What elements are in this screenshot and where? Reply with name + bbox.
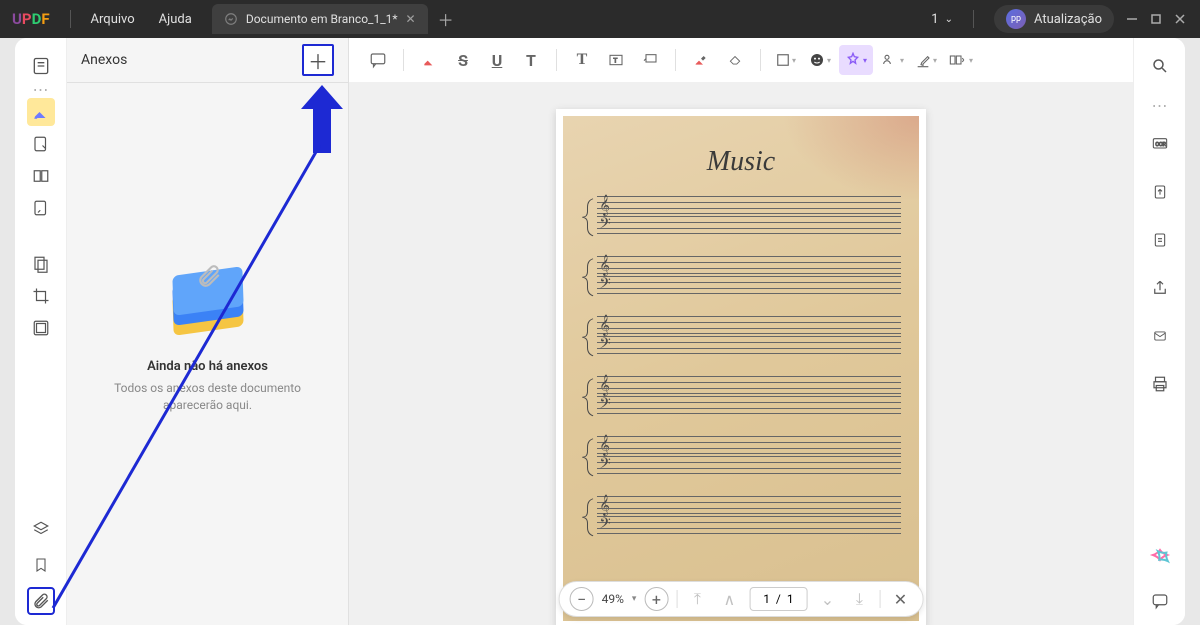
- close-window-icon[interactable]: [1174, 13, 1186, 25]
- rail-ocr[interactable]: [27, 250, 55, 278]
- chevron-down-icon: ⌄: [945, 14, 953, 25]
- add-attachment-button[interactable]: ＋: [302, 44, 334, 76]
- pager-bar: − 49% ▾ + ⤒ ∧ ⌄ ⤓ ✕: [559, 581, 924, 617]
- rectangle-tool-icon[interactable]: ▾: [771, 45, 801, 75]
- page-input[interactable]: [749, 587, 807, 611]
- user-update-badge[interactable]: pp Atualização: [994, 5, 1114, 33]
- avatar: pp: [1006, 9, 1026, 29]
- separator: [973, 10, 974, 28]
- minimize-icon[interactable]: [1126, 13, 1138, 25]
- ai-icon[interactable]: [1146, 545, 1174, 573]
- menu-file[interactable]: Arquivo: [79, 12, 147, 27]
- sticker-icon[interactable]: ▾: [805, 45, 835, 75]
- search-icon[interactable]: [1146, 52, 1174, 80]
- more-tools-icon[interactable]: ▾: [945, 45, 975, 75]
- page-indicator[interactable]: 1 ⌄: [931, 12, 953, 27]
- separator: [70, 10, 71, 28]
- empty-subtitle: Todos os anexos deste documento aparecer…: [67, 380, 348, 414]
- next-page-icon[interactable]: ⌄: [815, 587, 839, 611]
- tab-title: Documento em Branco_1_1*: [246, 12, 398, 26]
- ocr-icon[interactable]: OCR: [1146, 130, 1174, 158]
- update-label: Atualização: [1034, 12, 1102, 27]
- sign-pen-icon[interactable]: ▾: [911, 45, 941, 75]
- maximize-icon[interactable]: [1150, 13, 1162, 25]
- rail-crop[interactable]: [27, 282, 55, 310]
- last-page-icon[interactable]: ⤓: [847, 587, 871, 611]
- callout-icon[interactable]: [635, 45, 665, 75]
- textbox-icon[interactable]: T: [601, 45, 631, 75]
- document-tab[interactable]: Documento em Branco_1_1* ✕: [212, 4, 428, 34]
- menu-help[interactable]: Ajuda: [147, 12, 204, 27]
- rail-edit[interactable]: [27, 130, 55, 158]
- rail-pages[interactable]: [27, 162, 55, 190]
- panel-title: Anexos: [81, 52, 127, 68]
- prev-page-icon[interactable]: ∧: [717, 587, 741, 611]
- stamp-icon[interactable]: ▾: [839, 45, 873, 75]
- bookmark-icon[interactable]: [27, 551, 55, 579]
- email-icon[interactable]: [1146, 322, 1174, 350]
- comment-icon[interactable]: [363, 45, 393, 75]
- text-tool-icon[interactable]: T: [567, 45, 597, 75]
- chat-icon[interactable]: [1146, 587, 1174, 615]
- share-icon[interactable]: [1146, 274, 1174, 302]
- export-icon[interactable]: [1146, 178, 1174, 206]
- close-icon[interactable]: ✕: [406, 12, 416, 26]
- zoom-in-button[interactable]: +: [644, 587, 668, 611]
- layers-icon[interactable]: [27, 515, 55, 543]
- compress-icon[interactable]: [1146, 226, 1174, 254]
- strikethrough-icon[interactable]: S: [448, 45, 478, 75]
- underline-icon[interactable]: U: [482, 45, 512, 75]
- app-logo: UPDF: [0, 10, 62, 28]
- zoom-level: 49%: [602, 592, 624, 606]
- rail-collapse[interactable]: ⋯: [27, 84, 55, 94]
- highlight-tool-icon[interactable]: [414, 45, 444, 75]
- zoom-out-button[interactable]: −: [570, 587, 594, 611]
- rail-redact[interactable]: [27, 314, 55, 342]
- document-page[interactable]: Music {𝄞𝄢 {𝄞𝄢 {𝄞𝄢 {𝄞𝄢 {𝄞𝄢 {𝄞𝄢: [556, 109, 926, 625]
- attachments-icon[interactable]: [27, 587, 55, 615]
- close-pager-icon[interactable]: ✕: [888, 587, 912, 611]
- signature-icon[interactable]: ▾: [877, 45, 907, 75]
- rail-form[interactable]: [27, 194, 55, 222]
- empty-stack-icon: [168, 263, 248, 343]
- rail-highlight[interactable]: [27, 98, 55, 126]
- squiggly-icon[interactable]: T: [516, 45, 546, 75]
- document-icon: [224, 12, 238, 26]
- add-tab-button[interactable]: ＋: [438, 7, 454, 31]
- eraser-icon[interactable]: [720, 45, 750, 75]
- svg-text:T: T: [613, 57, 617, 65]
- empty-title: Ainda não há anexos: [147, 359, 268, 374]
- pencil-icon[interactable]: [686, 45, 716, 75]
- zoom-dropdown-icon[interactable]: ▾: [632, 594, 637, 604]
- svg-text:OCR: OCR: [1155, 142, 1166, 148]
- rail-collapse-right[interactable]: ⋯: [1146, 100, 1174, 110]
- print-icon[interactable]: [1146, 370, 1174, 398]
- first-page-icon[interactable]: ⤒: [685, 587, 709, 611]
- rail-reader[interactable]: [27, 52, 55, 80]
